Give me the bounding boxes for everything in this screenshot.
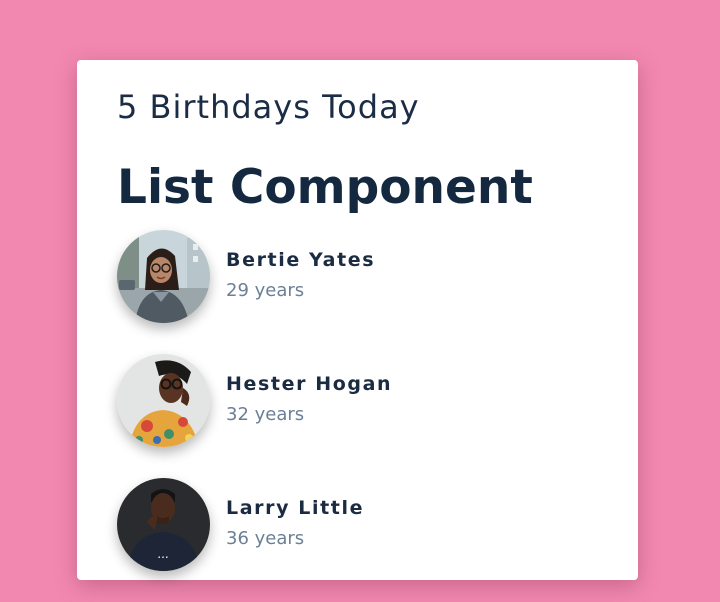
page-title: List Component	[117, 160, 533, 215]
person-name: Bertie Yates	[226, 249, 376, 271]
woman-glasses-street-photo-icon	[117, 230, 210, 323]
woman-glasses-colorful-shirt-photo-icon	[117, 354, 210, 447]
person-age: 29 years	[226, 280, 305, 301]
person-name: Hester Hogan	[226, 373, 393, 395]
birthday-count-heading: 5 Birthdays Today	[117, 88, 420, 126]
person-age: 32 years	[226, 404, 305, 425]
person-name: Larry Little	[226, 497, 365, 519]
birthday-card: 5 Birthdays Today List Component Bertie …	[77, 60, 638, 580]
man-dark-tshirt-photo-icon: ...	[117, 478, 210, 571]
avatar	[117, 230, 210, 323]
avatar: ...	[117, 478, 210, 571]
avatar	[117, 354, 210, 447]
person-age: 36 years	[226, 528, 305, 549]
